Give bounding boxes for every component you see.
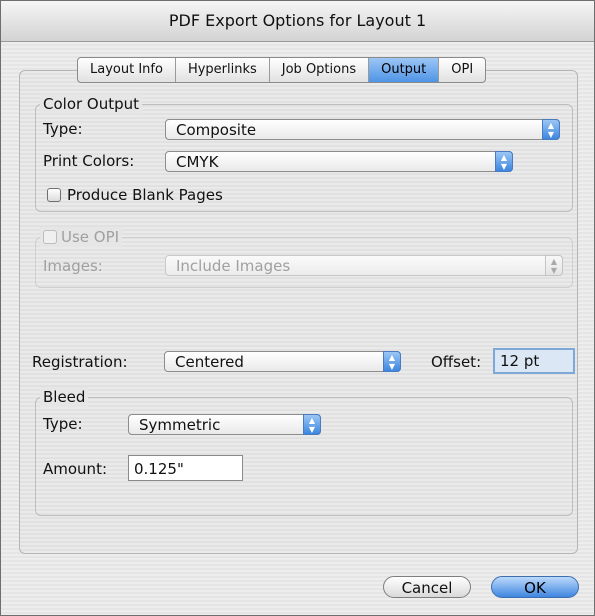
up-down-arrows-icon: ▲ ▼ [542,119,560,140]
print-colors-popup[interactable]: CMYK ▲ ▼ [165,151,513,172]
bleed-amount-field[interactable]: 0.125" [128,455,243,481]
offset-label: Offset: [431,353,482,371]
dialog-content: Layout Info Hyperlinks Job Options Outpu… [1,42,594,615]
color-type-popup[interactable]: Composite ▲ ▼ [165,119,560,140]
print-colors-value: CMYK [176,153,219,171]
cancel-button[interactable]: Cancel [383,576,471,598]
produce-blank-pages-checkbox[interactable] [47,188,61,202]
use-opi-label: Use OPI [61,228,120,246]
bleed-type-value: Symmetric [139,416,221,434]
up-down-arrows-icon: ▲ ▼ [383,351,401,372]
bleed-legend: Bleed [40,387,89,407]
opi-images-value: Include Images [176,257,291,275]
print-colors-label: Print Colors: [43,152,135,170]
color-type-value: Composite [176,121,257,139]
tab-bar: Layout Info Hyperlinks Job Options Outpu… [77,57,487,83]
tab-hyperlinks[interactable]: Hyperlinks [176,58,270,82]
color-output-group: Color Output Type: Composite ▲ ▼ Print Co… [35,94,573,212]
up-down-arrows-icon: ▲ ▼ [495,151,513,172]
registration-label: Registration: [32,353,128,371]
tab-output[interactable]: Output [369,58,440,82]
color-output-legend: Color Output [40,94,143,114]
bleed-type-label: Type: [43,415,83,433]
output-tab-panel: Color Output Type: Composite ▲ ▼ Print Co… [19,70,578,554]
use-opi-checkbox[interactable] [43,230,57,244]
opi-images-label: Images: [43,257,103,275]
opi-images-popup[interactable]: Include Images ▲ ▼ [165,255,563,276]
window-title: PDF Export Options for Layout 1 [1,1,594,42]
tab-job-options[interactable]: Job Options [270,58,370,82]
registration-popup[interactable]: Centered ▲ ▼ [164,351,401,372]
color-type-label: Type: [43,120,83,138]
bleed-group: Bleed Type: Symmetric ▲ ▼ Amount: 0.125" [35,387,573,516]
pdf-export-options-dialog: PDF Export Options for Layout 1 Layout I… [0,0,595,616]
registration-value: Centered [175,353,244,371]
bleed-amount-label: Amount: [43,460,107,478]
up-down-arrows-icon: ▲ ▼ [545,255,563,276]
opi-group: Use OPI Images: Include Images ▲ ▼ [35,227,573,288]
use-opi-legend: Use OPI [40,227,123,247]
tab-layout-info[interactable]: Layout Info [78,58,176,82]
offset-field[interactable]: 12 pt [493,348,575,374]
tab-opi[interactable]: OPI [439,58,485,82]
produce-blank-pages-label: Produce Blank Pages [67,186,223,204]
bleed-type-popup[interactable]: Symmetric ▲ ▼ [128,414,321,435]
ok-button[interactable]: OK [491,576,579,598]
up-down-arrows-icon: ▲ ▼ [303,414,321,435]
